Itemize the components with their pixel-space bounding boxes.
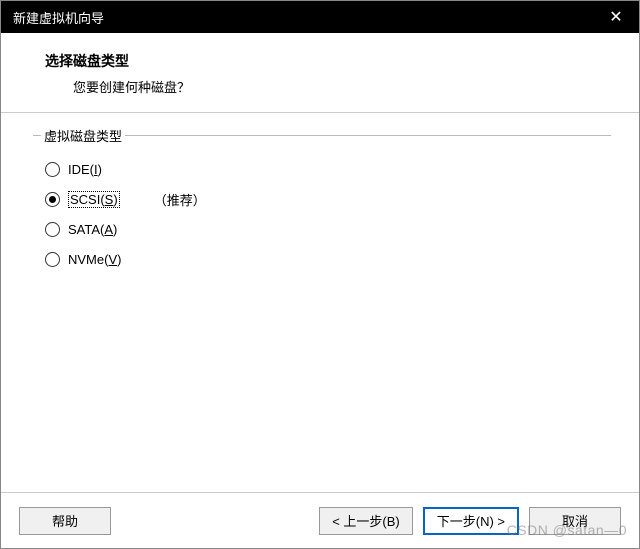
wizard-header: 选择磁盘类型 您要创建何种磁盘？: [1, 33, 639, 113]
cancel-button[interactable]: 取消: [529, 507, 621, 535]
disk-type-fieldset: 虚拟磁盘类型 IDE(I) SCSI(S) （推荐） SATA(A) NVMe(…: [33, 135, 611, 278]
help-button[interactable]: 帮助: [19, 507, 111, 535]
titlebar: 新建虚拟机向导 ✕: [1, 1, 639, 33]
radio-icon: [45, 192, 60, 207]
radio-sata[interactable]: SATA(A): [45, 214, 607, 244]
fieldset-legend: 虚拟磁盘类型: [41, 126, 125, 145]
close-icon: ✕: [609, 7, 622, 27]
page-subtitle: 您要创建何种磁盘？: [45, 77, 609, 96]
radio-label-sata: SATA(A): [68, 222, 117, 237]
recommended-badge: （推荐）: [154, 190, 206, 209]
back-button[interactable]: < 上一步(B): [319, 507, 413, 535]
radio-label-ide: IDE(I): [68, 162, 102, 177]
radio-icon: [45, 222, 60, 237]
radio-label-scsi: SCSI(S): [68, 191, 120, 208]
next-button[interactable]: 下一步(N) >: [423, 507, 519, 535]
radio-label-nvme: NVMe(V): [68, 252, 121, 267]
radio-scsi[interactable]: SCSI(S) （推荐）: [45, 184, 607, 214]
radio-group: IDE(I) SCSI(S) （推荐） SATA(A) NVMe(V): [33, 146, 611, 278]
content-area: 虚拟磁盘类型 IDE(I) SCSI(S) （推荐） SATA(A) NVMe(…: [1, 113, 639, 288]
radio-nvme[interactable]: NVMe(V): [45, 244, 607, 274]
page-title: 选择磁盘类型: [45, 51, 609, 71]
radio-icon: [45, 162, 60, 177]
window-title: 新建虚拟机向导: [13, 8, 104, 27]
close-button[interactable]: ✕: [593, 1, 639, 33]
radio-icon: [45, 252, 60, 267]
radio-ide[interactable]: IDE(I): [45, 154, 607, 184]
button-bar: 帮助 < 上一步(B) 下一步(N) > 取消: [1, 492, 639, 548]
